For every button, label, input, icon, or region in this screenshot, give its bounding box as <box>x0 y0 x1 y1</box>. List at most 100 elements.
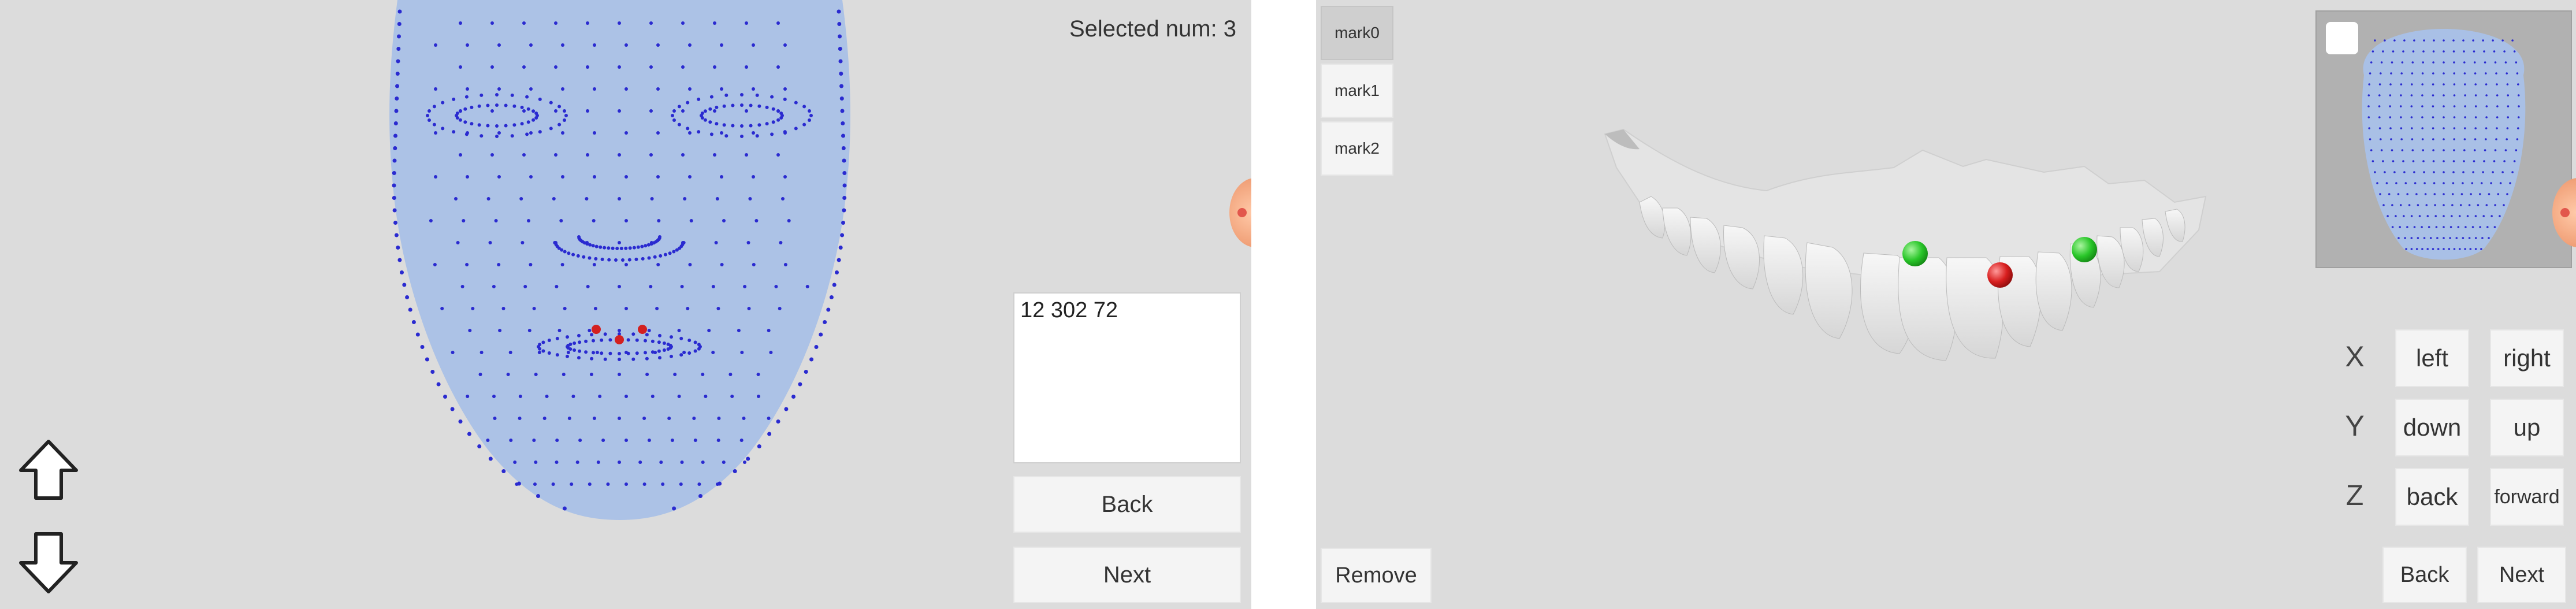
landmark-point <box>578 439 582 442</box>
landmark-point <box>2379 193 2381 195</box>
landmark-point <box>513 461 517 464</box>
landmark-point <box>545 395 549 398</box>
landmark-point <box>547 339 551 342</box>
landmark-point <box>2464 248 2466 250</box>
landmark-point <box>601 439 605 442</box>
move-up-button[interactable]: up <box>2490 399 2564 456</box>
landmark-point <box>2485 72 2487 75</box>
landmark-point <box>2385 182 2388 184</box>
landmark-point <box>614 258 618 262</box>
landmark-point <box>459 153 462 157</box>
landmark-point <box>2463 50 2465 53</box>
landmark-point <box>434 43 437 47</box>
landmark-point <box>618 461 621 464</box>
landmark-point <box>681 109 685 113</box>
landmark-point <box>722 219 726 222</box>
landmark-point <box>559 219 563 222</box>
landmark-point <box>2432 160 2435 162</box>
landmark-point <box>774 285 778 288</box>
landmark-point <box>2483 50 2485 53</box>
landmark-point <box>2443 39 2445 42</box>
landmark-point <box>600 351 604 355</box>
landmark-point <box>2452 160 2455 162</box>
landmark-point <box>497 175 501 179</box>
landmark-point <box>2410 248 2413 250</box>
landmark-point <box>724 134 728 138</box>
landmark-point <box>578 349 582 353</box>
landmark-point <box>771 120 775 124</box>
landmark-point <box>2436 237 2439 239</box>
landmark-point <box>561 43 564 47</box>
landmark-point <box>593 307 597 310</box>
landmark-point <box>765 105 769 109</box>
landmark-point <box>2408 204 2411 206</box>
move-back-button[interactable]: back <box>2395 468 2469 526</box>
landmark-point <box>2484 61 2486 64</box>
move-left-button[interactable]: left <box>2395 329 2469 387</box>
landmark-point <box>2423 237 2426 239</box>
landmark-point <box>2443 72 2445 75</box>
arrow-up-icon[interactable] <box>16 438 81 503</box>
landmark-point <box>724 93 728 97</box>
landmark-point <box>776 118 780 122</box>
landmark-point <box>554 153 557 157</box>
landmark-point <box>2374 171 2376 173</box>
move-right-button[interactable]: right <box>2490 329 2564 387</box>
face-thumbnail <box>2315 10 2572 268</box>
landmark-point <box>393 146 397 150</box>
face-landmark-panel: Selected num: 3 12 302 72 Back Next <box>0 0 1251 609</box>
landmark-point <box>835 270 839 274</box>
landmark-point <box>554 65 557 69</box>
landmark-point <box>510 134 514 138</box>
landmark-point <box>784 407 789 411</box>
landmark-point <box>2507 116 2509 118</box>
landmark-point <box>467 432 471 436</box>
landmark-point <box>510 93 514 97</box>
selected-ids-field[interactable]: 12 302 72 <box>1013 292 1241 463</box>
landmark-point <box>783 175 787 179</box>
marker-mark0-green[interactable] <box>1902 241 1928 266</box>
landmark-point <box>2480 182 2483 184</box>
landmark-point <box>432 105 436 109</box>
landmark-point <box>2485 105 2488 107</box>
landmark-point <box>840 109 845 113</box>
marker-mark2-green[interactable] <box>2072 237 2097 262</box>
landmark-point <box>689 219 693 222</box>
next-button[interactable]: Next <box>1013 547 1241 603</box>
landmark-point <box>670 335 673 339</box>
landmark-point <box>653 255 657 259</box>
next-button[interactable]: Next <box>2477 547 2566 603</box>
landmark-point <box>708 120 712 124</box>
landmark-point <box>770 132 774 136</box>
landmark-point <box>603 246 607 250</box>
landmark-point <box>549 127 553 131</box>
arrow-down-icon[interactable] <box>16 530 81 595</box>
landmark-point <box>842 208 846 213</box>
landmark-point <box>740 124 744 128</box>
landmark-point <box>2452 171 2455 173</box>
landmark-point <box>618 285 621 288</box>
landmark-point <box>2406 226 2408 228</box>
landmark-point <box>2449 226 2452 228</box>
landmark-point <box>776 109 780 113</box>
landmark-point <box>555 439 559 442</box>
landmark-point <box>2511 171 2514 173</box>
back-button[interactable]: Back <box>1013 476 1241 533</box>
marker-mark1-red[interactable] <box>1987 262 2013 288</box>
back-button[interactable]: Back <box>2382 547 2467 603</box>
landmark-point <box>497 87 501 91</box>
landmark-point <box>2443 171 2445 173</box>
move-forward-button[interactable]: forward <box>2490 468 2564 526</box>
landmark-point <box>688 131 692 135</box>
move-down-button[interactable]: down <box>2395 399 2469 456</box>
landmark-point <box>779 116 783 120</box>
landmark-point <box>2397 193 2400 195</box>
landmark-point <box>557 329 562 332</box>
landmark-point <box>2418 215 2421 217</box>
landmark-point <box>2443 138 2445 140</box>
remove-button[interactable]: Remove <box>1321 548 1432 603</box>
landmark-point <box>618 329 621 332</box>
landmark-point <box>462 219 466 222</box>
landmark-point <box>392 196 396 200</box>
landmark-point <box>2443 127 2445 129</box>
